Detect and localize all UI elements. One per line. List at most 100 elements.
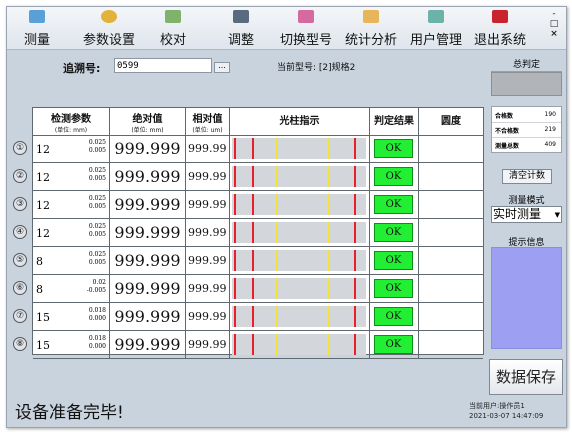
nominal-value: 12 (36, 143, 50, 156)
main-toolbar: 测量 参数设置 校对 调整 切换型号 统计分析 用户管理 退出系统 - □ × (7, 7, 566, 50)
bar-cell (230, 303, 370, 330)
param-cell: 8 0.02 -0.005 (33, 275, 110, 302)
stat-pass: 合格数 190 (492, 107, 561, 123)
upper-limit-line (354, 194, 356, 215)
restore-button[interactable]: □ (546, 19, 562, 29)
measure-mode-select[interactable]: 实时测量 ▼ (491, 206, 562, 223)
roundness-cell (419, 331, 483, 358)
warning-line (276, 138, 278, 159)
relative-value: 999.99 (188, 338, 227, 351)
lower-limit-line (234, 166, 236, 187)
toolbar-adjust-button[interactable]: 调整 (221, 7, 261, 49)
bar-indicator (232, 250, 366, 271)
param-cell: 12 0.025 0.005 (33, 191, 110, 218)
tolerance-lower: 0.005 (88, 147, 106, 154)
header-bar: 光柱指示 (230, 108, 370, 135)
absolute-cell: 999.999 (110, 191, 186, 218)
relative-value: 999.99 (188, 198, 227, 211)
result-cell: OK (370, 275, 419, 302)
absolute-value: 999.999 (114, 167, 181, 186)
result-cell: OK (370, 191, 419, 218)
relative-value: 999.99 (188, 310, 227, 323)
upper-limit-line (354, 138, 356, 159)
current-user: 当前用户:操作员1 (469, 402, 525, 410)
nominal-value: 15 (36, 311, 50, 324)
relative-cell: 999.99 (186, 303, 230, 330)
bar-cell (230, 247, 370, 274)
clear-count-button[interactable]: 清空计数 (502, 169, 552, 184)
relative-value: 999.99 (188, 226, 227, 239)
minimize-button[interactable]: - (546, 9, 562, 19)
absolute-value: 999.999 (114, 195, 181, 214)
warning-line (276, 166, 278, 187)
result-badge: OK (374, 167, 413, 186)
result-cell: OK (370, 135, 419, 162)
absolute-cell: 999.999 (110, 135, 186, 162)
absolute-cell: 999.999 (110, 331, 186, 358)
tolerance: 0.025 0.005 (89, 251, 106, 267)
relative-cell: 999.99 (186, 219, 230, 246)
bar-indicator (232, 306, 366, 327)
bar-cell (230, 331, 370, 358)
settings-icon (101, 10, 117, 23)
header-relative: 相对值 (单位: um) (186, 108, 230, 135)
tolerance-upper: 0.02 (92, 279, 106, 286)
row-number: ③ (13, 197, 27, 211)
trace-number-input[interactable]: 0599 (114, 58, 212, 73)
roundness-cell (419, 163, 483, 190)
header-roundness: 圆度 (441, 116, 461, 127)
result-badge: OK (374, 335, 413, 354)
toolbar-exit-button[interactable]: 退出系统 (469, 7, 531, 49)
toolbar-settings-button[interactable]: 参数设置 (79, 7, 139, 49)
bar-cell (230, 219, 370, 246)
row-number: ⑤ (13, 253, 27, 267)
table-row: 8 0.02 -0.005 999.999 999.99 OK (33, 275, 483, 303)
relative-cell: 999.99 (186, 331, 230, 358)
warning-line (328, 222, 330, 243)
toolbar-measure-button[interactable]: 测量 (15, 7, 59, 49)
warning-line (328, 250, 330, 271)
lower-limit-line (252, 166, 254, 187)
result-badge: OK (374, 139, 413, 158)
tolerance-upper: 0.018 (88, 335, 106, 342)
param-cell: 15 0.018 0.000 (33, 331, 110, 358)
result-cell: OK (370, 219, 419, 246)
absolute-value: 999.999 (114, 223, 181, 242)
lower-limit-line (252, 138, 254, 159)
result-badge: OK (374, 307, 413, 326)
warning-line (328, 334, 330, 355)
toolbar-users-button[interactable]: 用户管理 (405, 7, 467, 49)
tolerance-lower: 0.000 (88, 315, 106, 322)
save-data-button[interactable]: 数据保存 (489, 359, 563, 395)
row-number: ⑦ (13, 309, 27, 323)
toolbar-statistics-button[interactable]: 统计分析 (340, 7, 402, 49)
close-button[interactable]: × (546, 29, 562, 39)
row-number: ④ (13, 225, 27, 239)
toolbar-switch-model-button[interactable]: 切换型号 (275, 7, 337, 49)
tolerance-lower: 0.000 (88, 343, 106, 350)
toolbar-calibrate-button[interactable]: 校对 (153, 7, 193, 49)
exit-icon (492, 10, 508, 23)
relative-value: 999.99 (188, 254, 227, 267)
stat-total: 测量总数 409 (495, 141, 556, 150)
trace-browse-button[interactable]: ... (214, 62, 230, 73)
status-datetime: 2021-03-07 14:47:09 (469, 412, 544, 420)
nominal-value: 8 (36, 255, 43, 268)
tolerance: 0.018 0.000 (89, 307, 106, 323)
lower-limit-line (234, 138, 236, 159)
lower-limit-line (252, 334, 254, 355)
param-cell: 12 0.025 0.005 (33, 219, 110, 246)
result-badge: OK (374, 251, 413, 270)
bar-cell (230, 163, 370, 190)
result-badge: OK (374, 195, 413, 214)
tolerance-lower: 0.005 (88, 203, 106, 210)
tolerance-lower: 0.005 (88, 259, 106, 266)
relative-cell: 999.99 (186, 135, 230, 162)
warning-line (276, 194, 278, 215)
table-header: 检测参数 (单位: mm) 绝对值 (单位: mm) 相对值 (单位: um) … (33, 108, 483, 136)
result-cell: OK (370, 247, 419, 274)
warning-line (328, 278, 330, 299)
table-row: 15 0.018 0.000 999.999 999.99 OK (33, 331, 483, 359)
lower-limit-line (234, 194, 236, 215)
warning-line (276, 278, 278, 299)
